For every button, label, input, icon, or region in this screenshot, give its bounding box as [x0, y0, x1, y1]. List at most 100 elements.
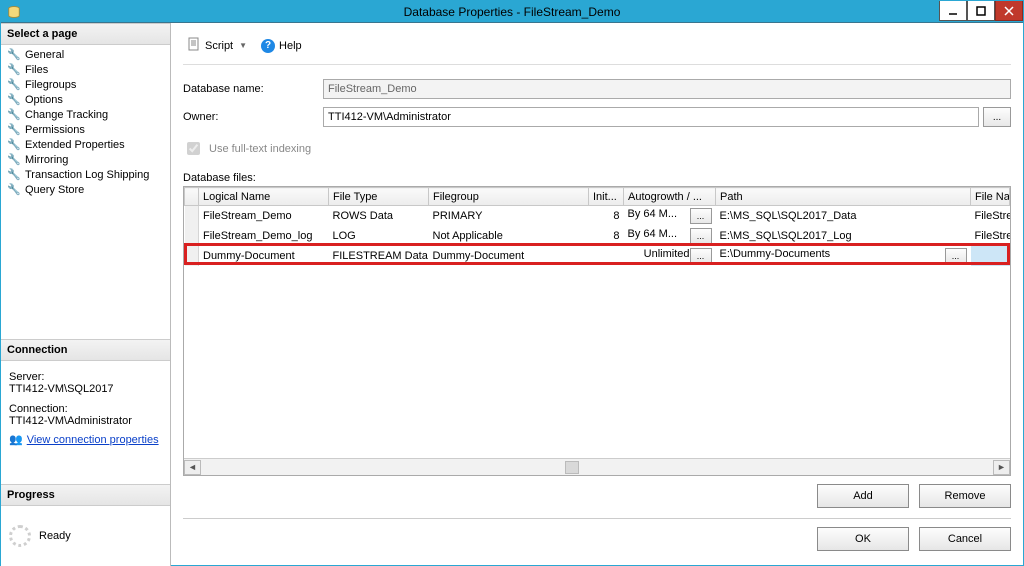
nav-general[interactable]: 🔧General	[1, 47, 170, 62]
help-label: Help	[279, 40, 302, 52]
connection-people-icon: 👥	[9, 433, 23, 446]
fulltext-label: Use full-text indexing	[209, 143, 311, 155]
wrench-icon: 🔧	[7, 63, 21, 76]
connection-value: TTI412-VM\Administrator	[9, 415, 162, 427]
nav-transaction-log-shipping[interactable]: 🔧 Transaction Log Shipping	[1, 167, 170, 182]
maximize-button[interactable]	[967, 1, 995, 21]
progress-spinner-icon	[9, 525, 31, 547]
cell-init: 8	[589, 226, 624, 246]
connection-block: Server: TTI412-VM\SQL2017 Connection: TT…	[1, 361, 170, 454]
table-row[interactable]: Dummy-Document FILESTREAM Data Dummy-Doc…	[185, 246, 1010, 266]
wrench-icon: 🔧	[7, 108, 21, 121]
cell-logical: Dummy-Document	[199, 246, 329, 266]
wrench-icon: 🔧	[7, 78, 21, 91]
cell-autogrowth: By 64 M......	[624, 206, 716, 227]
nav-permissions[interactable]: 🔧Permissions	[1, 122, 170, 137]
wrench-icon: 🔧	[7, 153, 21, 166]
col-logical-name[interactable]: Logical Name	[199, 188, 329, 206]
help-button[interactable]: ? Help	[257, 37, 306, 55]
script-icon	[187, 37, 201, 54]
server-value: TTI412-VM\SQL2017	[9, 383, 162, 395]
chevron-down-icon: ▼	[239, 41, 247, 50]
cell-filename: FileStream_Demo.mdf	[971, 206, 1010, 227]
autogrowth-browse-button[interactable]: ...	[690, 228, 712, 244]
cell-init	[589, 246, 624, 266]
window-title: Database Properties - FileStream_Demo	[1, 5, 1023, 19]
database-files-grid[interactable]: Logical Name File Type Filegroup Init...…	[183, 186, 1011, 476]
wrench-icon: 🔧	[7, 138, 21, 151]
nav-options[interactable]: 🔧 Options	[1, 92, 170, 107]
cell-path: E:\Dummy-Documents...	[716, 246, 971, 266]
ok-button[interactable]: OK	[817, 527, 909, 551]
wrench-icon: 🔧	[7, 168, 21, 181]
autogrowth-browse-button[interactable]: ...	[690, 248, 712, 264]
cell-filetype: LOG	[329, 226, 429, 246]
col-filegroup[interactable]: Filegroup	[429, 188, 589, 206]
nav-extended-properties[interactable]: 🔧 Extended Properties	[1, 137, 170, 152]
cell-autogrowth: By 64 M......	[624, 226, 716, 246]
page-nav-list: 🔧General 🔧Files 🔧Filegroups 🔧Options 🔧Ch…	[1, 45, 170, 203]
database-files-label: Database files:	[183, 172, 1011, 184]
script-button[interactable]: Script ▼	[183, 35, 251, 56]
cell-logical: FileStream_Demo	[199, 206, 329, 227]
database-name-label: Database name:	[183, 83, 323, 95]
nav-label: Options	[25, 94, 63, 106]
owner-input[interactable]	[323, 107, 979, 127]
nav-files[interactable]: 🔧Files	[1, 62, 170, 77]
owner-browse-button[interactable]: ...	[983, 107, 1011, 127]
cancel-button[interactable]: Cancel	[919, 527, 1011, 551]
table-row[interactable]: FileStream_Demo_log LOG Not Applicable 8…	[185, 226, 1010, 246]
cell-filegroup: PRIMARY	[429, 206, 589, 227]
cell-filegroup: Not Applicable	[429, 226, 589, 246]
cell-filegroup: Dummy-Document	[429, 246, 589, 266]
col-file-type[interactable]: File Type	[329, 188, 429, 206]
add-button[interactable]: Add	[817, 484, 909, 508]
remove-button[interactable]: Remove	[919, 484, 1011, 508]
scroll-left-arrow-icon[interactable]: ◄	[184, 460, 201, 475]
connection-label: Connection:	[9, 403, 162, 415]
horizontal-scrollbar[interactable]: ◄ ►	[184, 458, 1010, 475]
scroll-track[interactable]	[201, 460, 993, 475]
cell-filetype: FILESTREAM Data	[329, 246, 429, 266]
progress-header: Progress	[1, 484, 170, 506]
toolbar: Script ▼ ? Help	[183, 31, 1011, 65]
cell-autogrowth: Unlimited...	[624, 246, 716, 266]
nav-filegroups[interactable]: 🔧 Filegroups	[1, 77, 170, 92]
nav-query-store[interactable]: 🔧 Query Store	[1, 182, 170, 197]
col-init-size[interactable]: Init...	[589, 188, 624, 206]
nav-mirroring[interactable]: 🔧Mirroring	[1, 152, 170, 167]
cell-filename: FileStream_Demo_log.ldf	[971, 226, 1010, 246]
minimize-button[interactable]	[939, 1, 967, 21]
path-browse-button[interactable]: ...	[945, 248, 967, 264]
nav-label: Change Tracking	[25, 109, 108, 121]
progress-status: Ready	[39, 530, 71, 542]
nav-label: Extended Properties	[25, 139, 125, 151]
ellipsis-icon: ...	[993, 112, 1001, 123]
autogrowth-browse-button[interactable]: ...	[690, 208, 712, 224]
nav-label: General	[25, 49, 64, 61]
database-name-input	[323, 79, 1011, 99]
cell-filename[interactable]	[971, 246, 1010, 266]
col-path[interactable]: Path	[716, 188, 971, 206]
title-bar: Database Properties - FileStream_Demo	[1, 1, 1023, 23]
wrench-icon: 🔧	[7, 183, 21, 196]
nav-label: Filegroups	[25, 79, 76, 91]
close-button[interactable]	[995, 1, 1023, 21]
col-autogrowth[interactable]: Autogrowth / ...	[624, 188, 716, 206]
cell-logical: FileStream_Demo_log	[199, 226, 329, 246]
cell-path: E:\MS_SQL\SQL2017_Data	[716, 206, 971, 227]
wrench-icon: 🔧	[7, 93, 21, 106]
cell-filetype: ROWS Data	[329, 206, 429, 227]
nav-label: Permissions	[25, 124, 85, 136]
table-row[interactable]: FileStream_Demo ROWS Data PRIMARY 8 By 6…	[185, 206, 1010, 227]
nav-change-tracking[interactable]: 🔧 Change Tracking	[1, 107, 170, 122]
view-connection-properties-link[interactable]: View connection properties	[27, 434, 159, 446]
script-label: Script	[205, 40, 233, 52]
cell-path: E:\MS_SQL\SQL2017_Log	[716, 226, 971, 246]
col-file-name[interactable]: File Name	[971, 188, 1010, 206]
scroll-right-arrow-icon[interactable]: ►	[993, 460, 1010, 475]
main-panel: Script ▼ ? Help Database name: Owner: ..…	[171, 23, 1023, 566]
scroll-thumb[interactable]	[565, 461, 579, 474]
nav-label: Query Store	[25, 184, 84, 196]
nav-label: Transaction Log Shipping	[25, 169, 149, 181]
